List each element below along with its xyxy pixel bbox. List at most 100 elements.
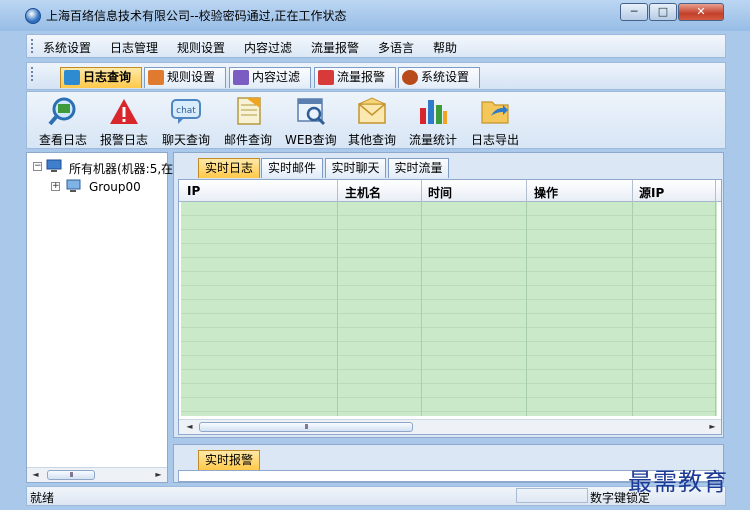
machine-tree-panel: − 所有机器(机器:5,在 + Group00 ◄ III ► <box>26 152 173 483</box>
tabstrip-grip[interactable] <box>31 67 33 81</box>
column-header-source-ip[interactable]: 源IP <box>639 184 664 201</box>
maximize-button[interactable]: □ <box>649 3 677 21</box>
menu-language[interactable]: 多语言 <box>378 39 414 56</box>
status-panel-empty <box>516 488 588 503</box>
tab-rule-settings[interactable]: 规则设置 <box>144 67 226 88</box>
mail-query-button[interactable]: 邮件查询 <box>224 96 272 148</box>
menu-grip[interactable] <box>31 39 33 53</box>
close-button[interactable]: ✕ <box>678 3 724 21</box>
tree-scroll-thumb[interactable]: III <box>47 470 95 480</box>
other-query-button[interactable]: 其他查询 <box>348 96 396 148</box>
column-divider[interactable] <box>632 180 633 202</box>
chat-query-label: 聊天查询 <box>162 133 211 147</box>
tab-realtime-log[interactable]: 实时日志 <box>198 158 260 178</box>
log-export-icon <box>479 96 511 126</box>
tab-content-filter-label: 内容过滤 <box>252 70 301 84</box>
tab-traffic-alarm-label: 流量报警 <box>337 70 386 84</box>
log-table-header: IP 主机名 时间 操作 源IP <box>179 180 721 202</box>
tab-traffic-alarm[interactable]: 流量报警 <box>314 67 396 88</box>
tree-node-all-machines-label: 所有机器(机器:5,在 <box>69 162 174 176</box>
chat-query-icon: chat <box>170 96 202 126</box>
web-query-label: WEB查询 <box>285 133 337 147</box>
network-computers-icon <box>46 159 62 172</box>
title-bar[interactable]: 上海百络信息技术有限公司--校验密码通过,正在工作状态 ─ □ ✕ <box>0 0 750 31</box>
tab-realtime-mail[interactable]: 实时邮件 <box>261 158 323 178</box>
watermark-text: 最需教育 <box>628 468 728 496</box>
menu-log-management[interactable]: 日志管理 <box>110 39 158 56</box>
system-settings-icon <box>402 70 418 85</box>
tree-node-group00-label: Group00 <box>89 180 141 194</box>
tree-node-group00[interactable]: + Group00 <box>31 179 167 195</box>
view-log-button[interactable]: 查看日志 <box>39 96 87 148</box>
web-query-button[interactable]: WEB查询 <box>285 96 337 148</box>
alarm-log-label: 报警日志 <box>100 133 149 147</box>
tab-content-filter[interactable]: 内容过滤 <box>229 67 311 88</box>
column-divider[interactable] <box>715 180 716 202</box>
computer-group-icon <box>66 179 81 192</box>
column-divider[interactable] <box>526 180 527 202</box>
grid-column-line <box>421 202 422 416</box>
tree-expand-toggle[interactable]: + <box>51 182 60 191</box>
view-log-icon <box>47 96 79 126</box>
other-query-label: 其他查询 <box>348 133 397 147</box>
tab-log-query[interactable]: 日志查询 <box>60 67 142 88</box>
menu-bar: 系统设置 日志管理 规则设置 内容过滤 流量报警 多语言 帮助 <box>26 34 726 58</box>
menu-traffic-alarm[interactable]: 流量报警 <box>311 39 359 56</box>
menu-rule-settings[interactable]: 规则设置 <box>177 39 225 56</box>
tab-rule-settings-label: 规则设置 <box>167 70 216 84</box>
tree-horizontal-scrollbar[interactable]: ◄ III ► <box>27 467 167 482</box>
tree-collapse-toggle[interactable]: − <box>33 162 42 171</box>
tab-log-query-label: 日志查询 <box>83 70 132 84</box>
traffic-alarm-icon <box>318 70 334 85</box>
grid-column-line <box>715 202 716 416</box>
column-header-hostname[interactable]: 主机名 <box>345 184 381 201</box>
column-header-ip[interactable]: IP <box>187 184 200 198</box>
window-title: 上海百络信息技术有限公司--校验密码通过,正在工作状态 <box>46 9 347 23</box>
scroll-left-arrow-icon[interactable]: ◄ <box>183 421 196 433</box>
column-divider[interactable] <box>337 180 338 202</box>
status-text: 就绪 <box>30 491 55 505</box>
scroll-right-arrow-icon[interactable]: ► <box>706 421 719 433</box>
column-header-time[interactable]: 时间 <box>428 184 452 201</box>
svg-text:chat: chat <box>176 106 196 116</box>
log-table: IP 主机名 时间 操作 源IP ◄ III ► <box>178 179 722 435</box>
log-table-scroll-thumb[interactable]: III <box>199 422 413 432</box>
status-bar: 就绪 数字键锁定 <box>26 486 726 506</box>
chat-query-button[interactable]: chat 聊天查询 <box>162 96 210 148</box>
log-table-body[interactable] <box>181 202 717 416</box>
realtime-log-panel: 实时日志 实时邮件 实时聊天 实时流量 IP 主机名 时间 操作 源IP ◄ I… <box>173 152 724 438</box>
log-table-horizontal-scrollbar[interactable]: ◄ III ► <box>179 419 721 434</box>
menu-system-settings[interactable]: 系统设置 <box>43 39 91 56</box>
grid-column-line <box>632 202 633 416</box>
traffic-stats-icon <box>417 96 449 126</box>
traffic-stats-button[interactable]: 流量统计 <box>409 96 457 148</box>
tab-system-settings-label: 系统设置 <box>421 70 470 84</box>
grid-column-line <box>526 202 527 416</box>
filter-icon <box>233 70 249 85</box>
scroll-right-arrow-icon[interactable]: ► <box>152 469 165 481</box>
app-window: 上海百络信息技术有限公司--校验密码通过,正在工作状态 ─ □ ✕ 系统设置 日… <box>0 0 750 510</box>
traffic-stats-label: 流量统计 <box>409 133 458 147</box>
column-header-action[interactable]: 操作 <box>534 184 558 201</box>
log-search-icon <box>64 70 80 85</box>
view-log-label: 查看日志 <box>39 133 88 147</box>
alarm-log-icon <box>108 96 140 126</box>
tab-realtime-chat[interactable]: 实时聊天 <box>325 158 386 178</box>
mail-query-icon <box>232 96 264 126</box>
log-export-label: 日志导出 <box>471 133 520 147</box>
grid-column-line <box>337 202 338 416</box>
query-toolbar: 查看日志 报警日志 chat 聊天查询 邮件查询 WEB查询 其他查询 流量统计… <box>26 91 726 149</box>
alarm-log-button[interactable]: 报警日志 <box>100 96 148 148</box>
column-divider[interactable] <box>421 180 422 202</box>
tab-realtime-alarm[interactable]: 实时报警 <box>198 450 260 470</box>
tree-node-all-machines[interactable]: − 所有机器(机器:5,在 <box>31 159 173 176</box>
rules-icon <box>148 70 164 85</box>
tab-realtime-traffic[interactable]: 实时流量 <box>388 158 449 178</box>
menu-help[interactable]: 帮助 <box>433 39 457 56</box>
function-tab-strip: 日志查询 规则设置 内容过滤 流量报警 系统设置 <box>26 62 726 90</box>
minimize-button[interactable]: ─ <box>620 3 648 21</box>
menu-content-filter[interactable]: 内容过滤 <box>244 39 292 56</box>
tab-system-settings[interactable]: 系统设置 <box>398 67 480 88</box>
log-export-button[interactable]: 日志导出 <box>471 96 519 148</box>
scroll-left-arrow-icon[interactable]: ◄ <box>29 469 42 481</box>
